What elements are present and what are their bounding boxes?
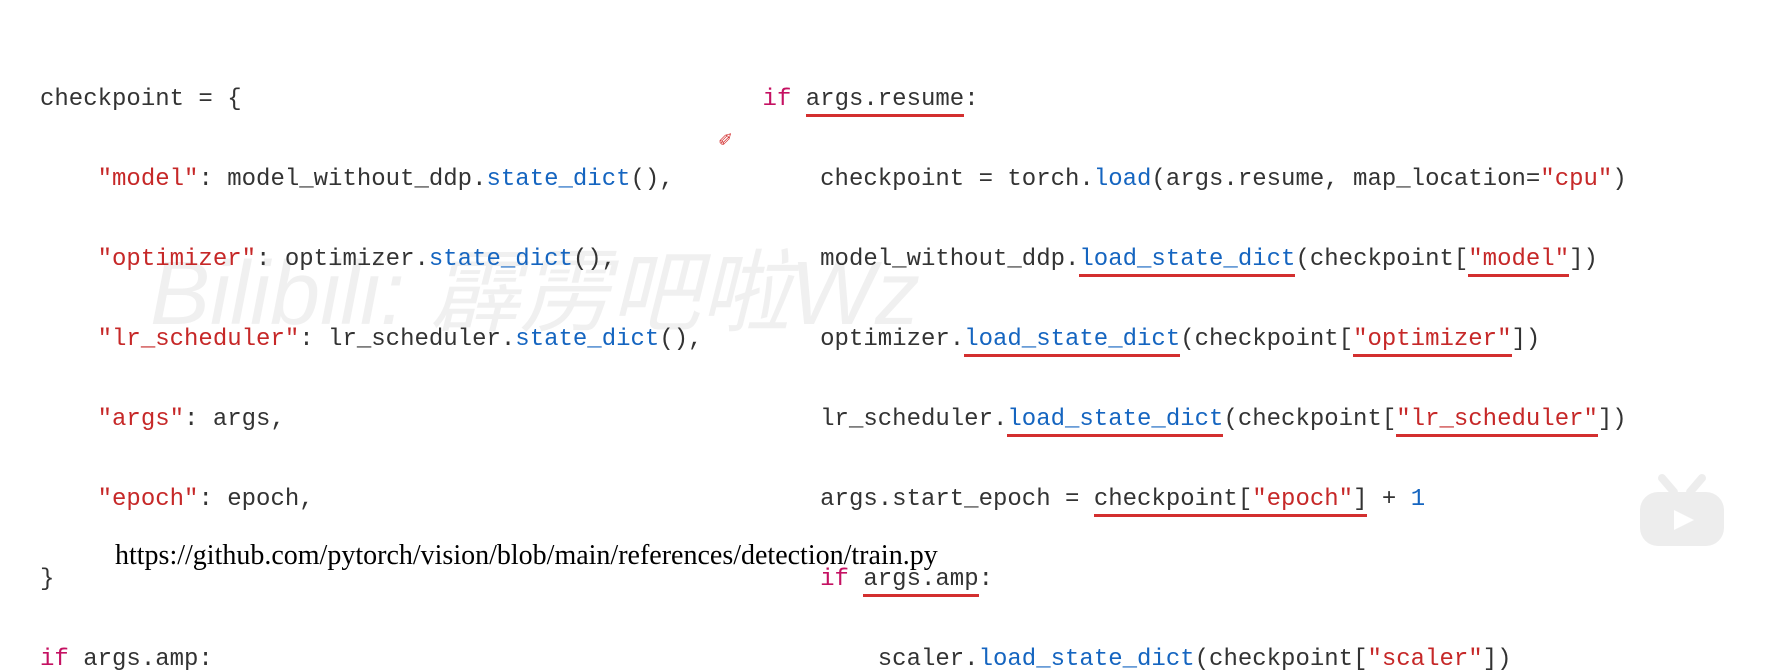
code-text: : epoch,: [198, 486, 313, 513]
code-text: ]): [1569, 246, 1598, 273]
code-string: "epoch": [1252, 486, 1353, 517]
code-text: +: [1367, 486, 1410, 513]
code-text: checkpoint = {: [40, 86, 242, 113]
code-method: load_state_dict: [1007, 406, 1223, 437]
code-text: checkpoint = torch.: [820, 166, 1094, 193]
code-string: "args": [98, 406, 184, 433]
code-keyword: if: [40, 646, 69, 672]
code-string: "cpu": [1540, 166, 1612, 193]
code-string: "scaler": [1367, 646, 1482, 672]
code-text: args.start_epoch =: [820, 486, 1094, 513]
code-text: args.resume: [806, 86, 964, 117]
code-text: optimizer.: [820, 326, 964, 353]
code-text: [791, 86, 805, 113]
cursor-icon: ✐: [718, 122, 733, 162]
code-text: (checkpoint[: [1295, 246, 1468, 273]
code-text: :: [964, 86, 978, 113]
code-right-column: if args.resume: checkpoint = torch.load(…: [763, 40, 1732, 672]
code-line: model_without_ddp.load_state_dict(checkp…: [763, 240, 1732, 280]
code-line: lr_scheduler.load_state_dict(checkpoint[…: [763, 400, 1732, 440]
code-method: state_dict: [486, 166, 630, 193]
code-line: checkpoint = {: [40, 80, 703, 120]
code-text: :: [979, 566, 993, 593]
code-number: 1: [1411, 486, 1425, 513]
code-method: load_state_dict: [1079, 246, 1295, 277]
code-text: ]): [1483, 646, 1512, 672]
code-line: if args.amp:: [40, 640, 703, 672]
code-text: : lr_scheduler.: [299, 326, 515, 353]
code-text: ]): [1512, 326, 1541, 353]
code-left-column: checkpoint = { "model": model_without_dd…: [40, 40, 703, 672]
code-text: scaler.: [878, 646, 979, 672]
code-text: : model_without_ddp.: [198, 166, 486, 193]
code-text: (),: [631, 166, 674, 193]
code-line: "epoch": epoch,: [40, 480, 703, 520]
code-text: : optimizer.: [256, 246, 429, 273]
code-method: load_state_dict: [979, 646, 1195, 672]
code-text: : args,: [184, 406, 285, 433]
code-text: ]: [1353, 486, 1367, 517]
code-string: "optimizer": [98, 246, 256, 273]
code-text: checkpoint[: [1094, 486, 1252, 517]
code-text: (checkpoint[: [1223, 406, 1396, 433]
code-text: lr_scheduler.: [820, 406, 1007, 433]
bilibili-tv-icon: [1632, 472, 1732, 552]
code-text: model_without_ddp.: [820, 246, 1079, 273]
code-line: checkpoint = torch.load(args.resume, map…: [763, 160, 1732, 200]
code-string: "epoch": [98, 486, 199, 513]
code-method: state_dict: [515, 326, 659, 353]
code-text: (),: [573, 246, 616, 273]
code-line: "args": args,: [40, 400, 703, 440]
code-line: "lr_scheduler": lr_scheduler.state_dict(…: [40, 320, 703, 360]
code-string: "model": [1468, 246, 1569, 277]
code-line: "model": model_without_ddp.state_dict(),: [40, 160, 703, 200]
code-method: state_dict: [429, 246, 573, 273]
code-line: "optimizer": optimizer.state_dict(),: [40, 240, 703, 280]
code-text: ): [1612, 166, 1626, 193]
code-keyword: if: [763, 86, 792, 113]
source-link: https://github.com/pytorch/vision/blob/m…: [115, 540, 938, 572]
code-string: "lr_scheduler": [98, 326, 300, 353]
code-line: if args.resume:: [763, 80, 1732, 120]
code-line: scaler.load_state_dict(checkpoint["scale…: [763, 640, 1732, 672]
code-text: ]): [1598, 406, 1627, 433]
code-text: (args.resume, map_location=: [1151, 166, 1540, 193]
code-text: (checkpoint[: [1180, 326, 1353, 353]
code-string: "lr_scheduler": [1396, 406, 1598, 437]
code-string: "model": [98, 166, 199, 193]
code-method: load: [1094, 166, 1152, 193]
code-text: args.amp:: [69, 646, 213, 672]
code-line: optimizer.load_state_dict(checkpoint["op…: [763, 320, 1732, 360]
code-line: args.start_epoch = checkpoint["epoch"] +…: [763, 480, 1732, 520]
code-method: load_state_dict: [964, 326, 1180, 357]
code-string: "optimizer": [1353, 326, 1511, 357]
code-text: (),: [659, 326, 702, 353]
code-text: }: [40, 566, 54, 593]
code-text: (checkpoint[: [1195, 646, 1368, 672]
